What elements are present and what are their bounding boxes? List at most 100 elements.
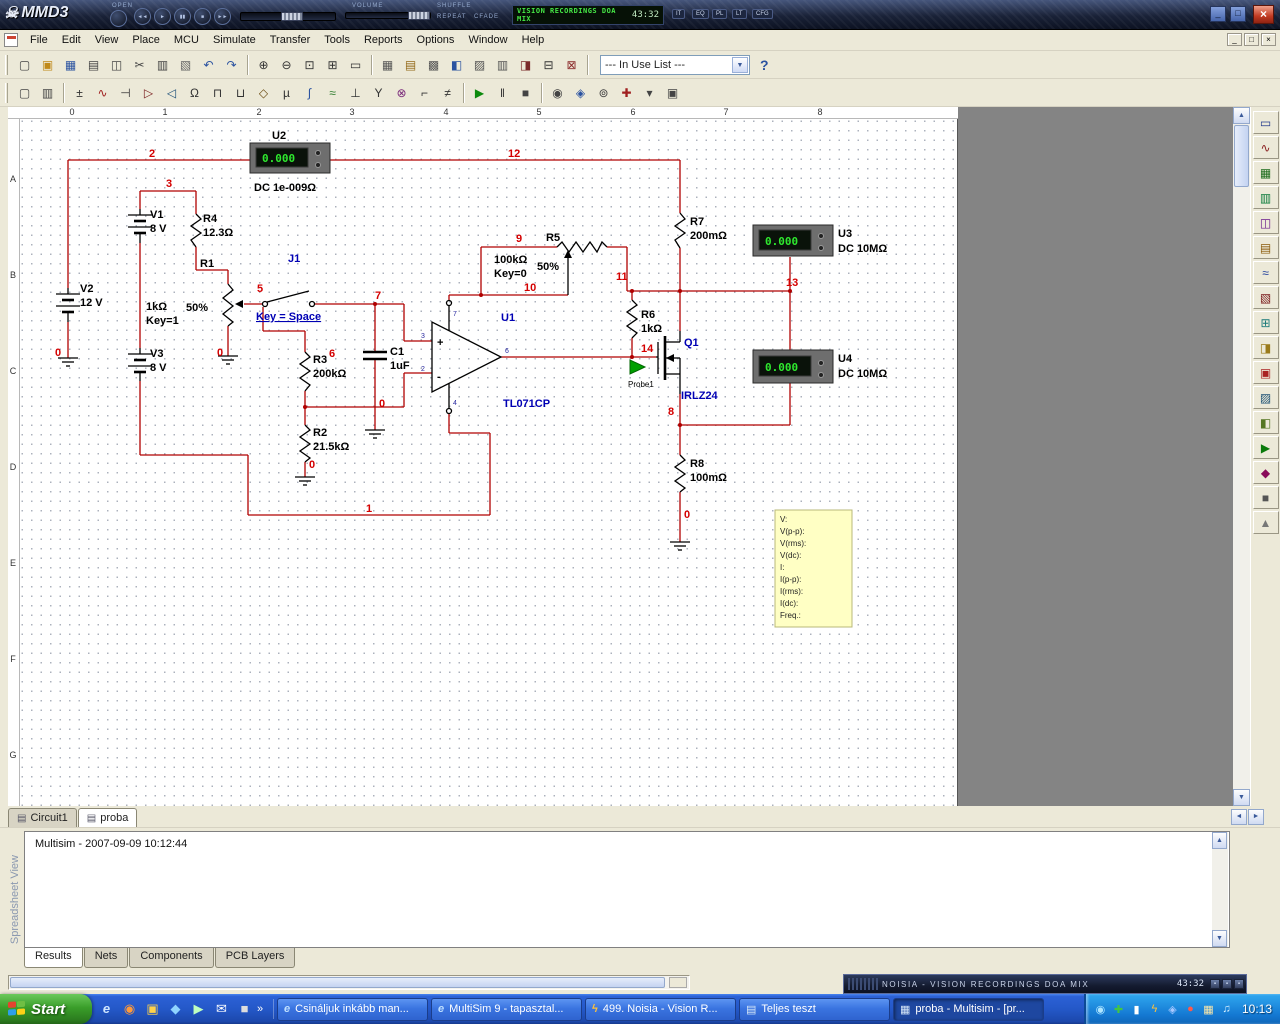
tray-media-icon[interactable]: ♫ bbox=[1218, 1003, 1235, 1015]
zoom-out-button[interactable]: ⊖ bbox=[275, 54, 298, 75]
spectrum-analyzer-button[interactable]: ◧ bbox=[1252, 411, 1279, 434]
simulate-stop-button[interactable]: ■ bbox=[514, 82, 537, 103]
component-v2-battery[interactable] bbox=[56, 288, 80, 322]
quick-launch-ie-icon[interactable]: e bbox=[96, 999, 117, 1019]
quick-launch-player-icon[interactable]: ▶ bbox=[188, 999, 209, 1019]
scroll-up-icon[interactable]: ▲ bbox=[1233, 107, 1250, 124]
tray-winamp-icon[interactable]: ϟ bbox=[1146, 1003, 1163, 1015]
analog-component-button[interactable]: ◁ bbox=[160, 82, 183, 103]
ttl-component-button[interactable]: Ω bbox=[183, 82, 206, 103]
postprocessor-button[interactable]: ◨ bbox=[514, 54, 537, 75]
simulate-run-button[interactable]: ▶ bbox=[468, 82, 491, 103]
instrument-u4-multimeter[interactable]: 0.000 bbox=[752, 349, 834, 384]
tab-nets[interactable]: Nets bbox=[83, 948, 129, 968]
stop-button[interactable]: ■ bbox=[194, 8, 211, 25]
mixed-component-button[interactable]: ◇ bbox=[252, 82, 275, 103]
print-preview-button[interactable]: ◫ bbox=[105, 54, 128, 75]
create-component-button[interactable]: ◧ bbox=[445, 54, 468, 75]
new-button[interactable]: ▢ bbox=[13, 54, 36, 75]
mdi-close-button[interactable]: × bbox=[1261, 33, 1276, 46]
electromechanical-button[interactable]: ⊗ bbox=[390, 82, 413, 103]
menu-edit[interactable]: Edit bbox=[55, 32, 88, 48]
rf-component-button[interactable]: Y bbox=[367, 82, 390, 103]
taskbar-task-teljes-teszt[interactable]: ▤ Teljes teszt bbox=[739, 997, 890, 1021]
toolbar-grip[interactable] bbox=[5, 82, 8, 103]
sheet-button[interactable]: ▢ bbox=[13, 82, 36, 103]
quick-launch-mail-icon[interactable]: ✉ bbox=[211, 999, 232, 1019]
volume-slider[interactable] bbox=[345, 11, 431, 20]
eq-button[interactable]: EQ bbox=[692, 9, 709, 19]
menu-transfer[interactable]: Transfer bbox=[263, 32, 318, 48]
taskbar-task-multisim9[interactable]: e MultiSim 9 - tapasztal... bbox=[431, 997, 582, 1021]
wire-button[interactable]: ≠ bbox=[436, 82, 459, 103]
agilent-multimeter-button[interactable]: ■ bbox=[1252, 486, 1279, 509]
current-probe-tool-button[interactable]: ▲ bbox=[1252, 511, 1279, 534]
open-button[interactable]: ▣ bbox=[36, 54, 59, 75]
tab-proba[interactable]: ▤ proba bbox=[77, 808, 138, 827]
component-v1-battery[interactable] bbox=[128, 209, 152, 243]
component-c1-capacitor[interactable] bbox=[363, 350, 387, 361]
database-button[interactable]: ▩ bbox=[422, 54, 445, 75]
taskbar-clock[interactable]: 10:13 bbox=[1242, 1002, 1272, 1016]
component-u1-opamp[interactable]: + - bbox=[431, 299, 503, 415]
probe-note-box[interactable]: V: V(p-p): V(rms): V(dc): I: I(p-p): I(r… bbox=[774, 509, 853, 628]
probe-button[interactable]: ◉ bbox=[546, 82, 569, 103]
play-button[interactable]: ► bbox=[154, 8, 171, 25]
word-generator-button[interactable]: ▧ bbox=[1252, 286, 1279, 309]
component-r8-resistor[interactable] bbox=[673, 454, 687, 493]
tray-messenger-icon[interactable]: ◈ bbox=[1164, 1003, 1181, 1016]
misc-digital-button[interactable]: ⊔ bbox=[229, 82, 252, 103]
winamp-shade-grip[interactable] bbox=[848, 978, 878, 990]
winamp-shade-bar[interactable]: NOISIA - VISION RECORDINGS DOA MIX 43:32… bbox=[843, 974, 1247, 994]
distortion-analyzer-button[interactable]: ▨ bbox=[1252, 386, 1279, 409]
component-r7-resistor[interactable] bbox=[673, 212, 687, 249]
zoom-area-button[interactable]: ⊡ bbox=[298, 54, 321, 75]
component-r1-potentiometer[interactable] bbox=[221, 283, 243, 327]
menu-help[interactable]: Help bbox=[515, 32, 552, 48]
project-bar-button[interactable]: ▦ bbox=[376, 54, 399, 75]
menu-reports[interactable]: Reports bbox=[357, 32, 410, 48]
quick-launch-desktop-icon[interactable]: ■ bbox=[234, 999, 255, 1019]
scroll-down-icon[interactable]: ▼ bbox=[1212, 930, 1227, 947]
spreadsheet-hscrollbar[interactable] bbox=[8, 975, 690, 990]
ground-symbol-r8[interactable] bbox=[670, 541, 690, 551]
mdi-minimize-button[interactable]: _ bbox=[1227, 33, 1242, 46]
analysis-button[interactable]: ▥ bbox=[491, 54, 514, 75]
in-use-list-combo[interactable]: --- In Use List --- ▼ bbox=[600, 54, 750, 75]
tray-update-icon[interactable]: ● bbox=[1182, 1003, 1199, 1015]
save-button[interactable]: ▦ bbox=[59, 54, 82, 75]
cmos-component-button[interactable]: ⊓ bbox=[206, 82, 229, 103]
tray-antivirus-icon[interactable]: ✚ bbox=[1110, 1003, 1127, 1016]
component-r2-resistor[interactable] bbox=[298, 424, 312, 463]
hscroll-thumb[interactable] bbox=[10, 977, 665, 988]
results-log-area[interactable]: Multisim - 2007-09-09 10:12:44 ▲ ▼ bbox=[24, 831, 1230, 948]
scroll-down-icon[interactable]: ▼ bbox=[1233, 789, 1250, 806]
scroll-up-icon[interactable]: ▲ bbox=[1212, 832, 1227, 849]
copy-button[interactable]: ▥ bbox=[151, 54, 174, 75]
seek-slider[interactable] bbox=[240, 12, 336, 21]
menu-mcu[interactable]: MCU bbox=[167, 32, 206, 48]
probe1-arrow-icon[interactable] bbox=[629, 359, 647, 375]
help-button[interactable]: ? bbox=[760, 57, 769, 73]
tab-scroll-left-icon[interactable]: ◄ bbox=[1231, 809, 1247, 825]
simulate-pause-button[interactable]: ‖ bbox=[491, 82, 514, 103]
ground-symbol-c1[interactable] bbox=[365, 429, 385, 439]
pl-button[interactable]: PL bbox=[712, 9, 728, 19]
component-q1-mosfet[interactable] bbox=[656, 331, 681, 394]
volume-thumb[interactable] bbox=[408, 11, 430, 20]
tab-scroll-right-icon[interactable]: ► bbox=[1248, 809, 1264, 825]
redo-button[interactable]: ↷ bbox=[220, 54, 243, 75]
seek-thumb[interactable] bbox=[281, 12, 303, 21]
print-button[interactable]: ▤ bbox=[82, 54, 105, 75]
power-component-button[interactable]: ∫ bbox=[298, 82, 321, 103]
current-probe-button[interactable]: ⊚ bbox=[592, 82, 615, 103]
menu-place[interactable]: Place bbox=[125, 32, 167, 48]
grapher-button[interactable]: ▨ bbox=[468, 54, 491, 75]
tray-volume-icon[interactable]: ▦ bbox=[1200, 1003, 1217, 1016]
tab-results[interactable]: Results bbox=[24, 948, 83, 968]
agilent-generator-button[interactable]: ◆ bbox=[1252, 461, 1279, 484]
menu-options[interactable]: Options bbox=[410, 32, 462, 48]
tray-network-icon[interactable]: ◉ bbox=[1092, 1003, 1109, 1016]
component-r4-resistor[interactable] bbox=[189, 213, 203, 248]
paste-button[interactable]: ▧ bbox=[174, 54, 197, 75]
